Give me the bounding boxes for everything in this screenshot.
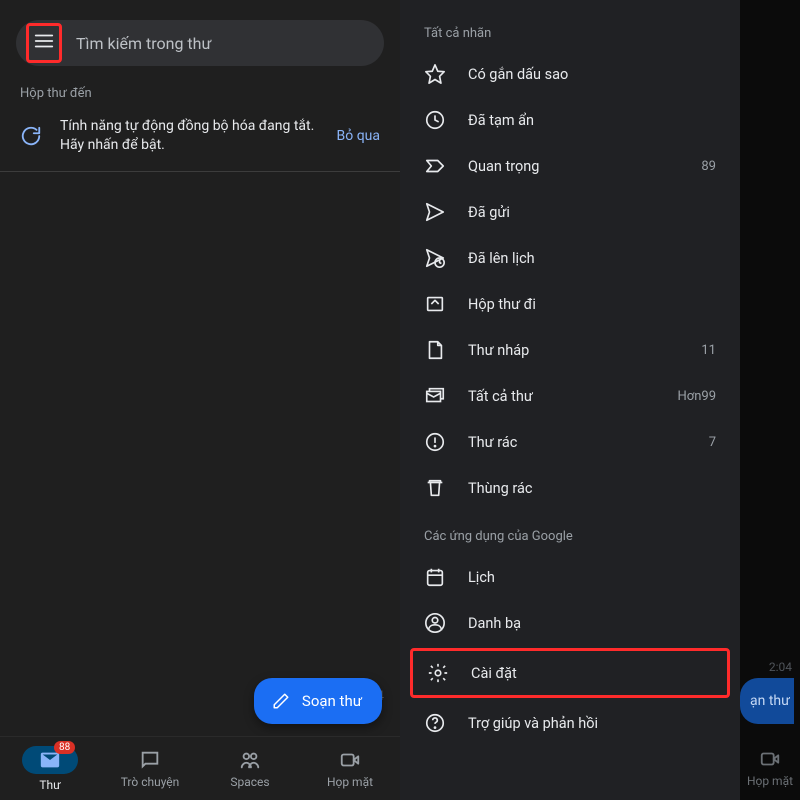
star-icon xyxy=(424,63,446,85)
compose-label: Soạn thư xyxy=(302,692,362,710)
drawer-item-settings[interactable]: Cài đặt xyxy=(410,648,730,698)
peek-compose: ạn thư xyxy=(740,678,794,724)
bottom-nav: 88 Thư Trò chuyện Spaces Họp mặt xyxy=(0,736,400,800)
sync-banner[interactable]: Tính năng tự động đồng bộ hóa đang tắt. … xyxy=(0,107,400,172)
hamburger-icon[interactable] xyxy=(33,30,55,52)
allmail-icon xyxy=(424,385,446,407)
drawer-item-starred[interactable]: Có gắn dấu sao xyxy=(400,51,740,97)
calendar-icon xyxy=(424,566,446,588)
draft-icon xyxy=(424,339,446,361)
search-placeholder: Tìm kiếm trong thư xyxy=(76,34,211,53)
pencil-icon xyxy=(270,690,292,712)
sync-message: Tính năng tự động đồng bộ hóa đang tắt. … xyxy=(60,117,319,155)
screen-inbox: Tìm kiếm trong thư Hộp thư đến Tính năng… xyxy=(0,0,400,800)
sync-skip[interactable]: Bỏ qua xyxy=(337,128,380,144)
gear-icon xyxy=(427,662,449,684)
compose-button[interactable]: Soạn thư xyxy=(254,678,382,724)
hamburger-highlight xyxy=(26,23,62,63)
inbox-section-label: Hộp thư đến xyxy=(0,66,400,107)
drawer-item-allmail[interactable]: Tất cả thư Hơn99 xyxy=(400,373,740,419)
meet-icon xyxy=(759,748,781,770)
spaces-icon xyxy=(239,749,261,771)
nav-meet[interactable]: Họp mặt xyxy=(300,737,400,800)
send-icon xyxy=(424,201,446,223)
drawer-item-important[interactable]: Quan trọng 89 xyxy=(400,143,740,189)
trash-icon xyxy=(424,477,446,499)
drawer-item-drafts[interactable]: Thư nháp 11 xyxy=(400,327,740,373)
peek-nav-meet: Họp mặt xyxy=(740,736,800,800)
navigation-drawer: Tất cả nhãn Có gắn dấu sao Đã tạm ẩn Qua… xyxy=(400,0,740,800)
chat-icon xyxy=(139,749,161,771)
nav-spaces[interactable]: Spaces xyxy=(200,737,300,800)
drawer-item-spam[interactable]: Thư rác 7 xyxy=(400,419,740,465)
drawer-item-trash[interactable]: Thùng rác xyxy=(400,465,740,511)
outbox-icon xyxy=(424,293,446,315)
drawer-item-scheduled[interactable]: Đã lên lịch xyxy=(400,235,740,281)
help-icon xyxy=(424,712,446,734)
drawer-item-sent[interactable]: Đã gửi xyxy=(400,189,740,235)
drawer-item-outbox[interactable]: Hộp thư đi xyxy=(400,281,740,327)
drawer-item-contacts[interactable]: Danh bạ xyxy=(400,600,740,646)
peek-time: 2:04 xyxy=(769,660,792,674)
nav-mail-badge: 88 xyxy=(54,741,75,754)
search-bar[interactable]: Tìm kiếm trong thư xyxy=(16,20,384,66)
scheduled-icon xyxy=(424,247,446,269)
clock-icon xyxy=(424,109,446,131)
meet-icon xyxy=(339,749,361,771)
drawer-item-calendar[interactable]: Lịch xyxy=(400,554,740,600)
nav-chat[interactable]: Trò chuyện xyxy=(100,737,200,800)
sync-icon xyxy=(20,125,42,147)
drawer-item-snoozed[interactable]: Đã tạm ẩn xyxy=(400,97,740,143)
important-icon xyxy=(424,155,446,177)
nav-mail[interactable]: 88 Thư xyxy=(0,737,100,800)
contacts-icon xyxy=(424,612,446,634)
spam-icon xyxy=(424,431,446,453)
drawer-section-google-apps: Các ứng dụng của Google xyxy=(400,511,740,554)
scrim-peek[interactable]: 2:04 ạn thư Họp mặt xyxy=(740,0,800,800)
drawer-section-all-labels: Tất cả nhãn xyxy=(400,8,740,51)
drawer-item-help[interactable]: Trợ giúp và phản hồi xyxy=(400,700,740,746)
screen-drawer: Tất cả nhãn Có gắn dấu sao Đã tạm ẩn Qua… xyxy=(400,0,800,800)
